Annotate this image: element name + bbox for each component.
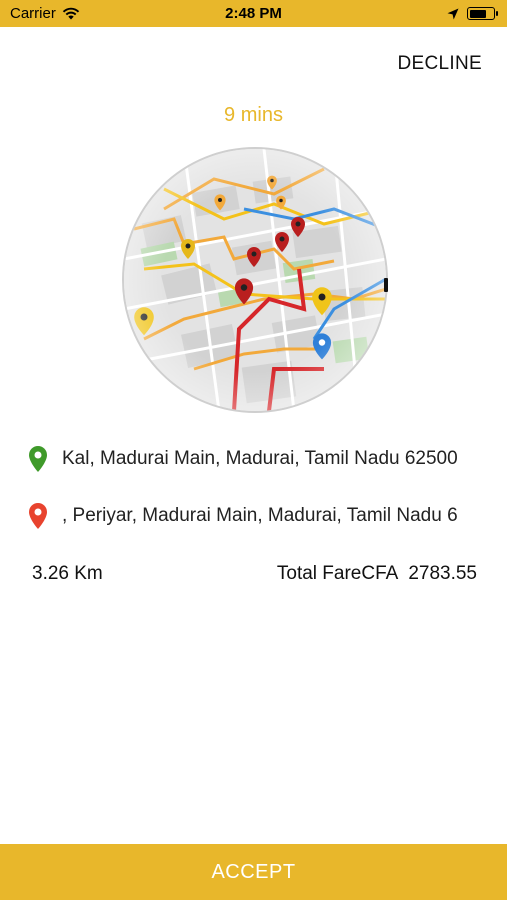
status-bar: Carrier 2:48 PM (0, 0, 507, 27)
drop-pin-icon (29, 503, 47, 529)
fare-info: Total FareCFA 2783.55 (277, 563, 477, 585)
fare-label: Total FareCFA (276, 563, 399, 584)
decline-button[interactable]: DECLINE (398, 53, 482, 75)
accept-button[interactable]: ACCEPT (0, 844, 507, 900)
battery-icon (467, 7, 498, 20)
eta-label: 9 mins (224, 104, 283, 126)
status-left: Carrier (10, 5, 80, 22)
pickup-row: Kal, Madurai Main, Madurai, Tamil Nadu 6… (28, 446, 484, 472)
drop-address: , Periyar, Madurai Main, Madurai, Tamil … (62, 505, 458, 526)
fare-value: 2783.55 (408, 563, 477, 584)
map-illustration (122, 147, 388, 413)
carrier-label: Carrier (10, 5, 56, 22)
wifi-icon (62, 7, 80, 20)
status-right (447, 7, 498, 20)
pickup-pin-icon (29, 446, 47, 472)
location-arrow-icon (447, 8, 459, 19)
pickup-address: Kal, Madurai Main, Madurai, Tamil Nadu 6… (62, 448, 458, 469)
trip-distance: 3.26 Km (32, 563, 103, 584)
map-notch (384, 278, 388, 292)
drop-row: , Periyar, Madurai Main, Madurai, Tamil … (28, 503, 484, 529)
